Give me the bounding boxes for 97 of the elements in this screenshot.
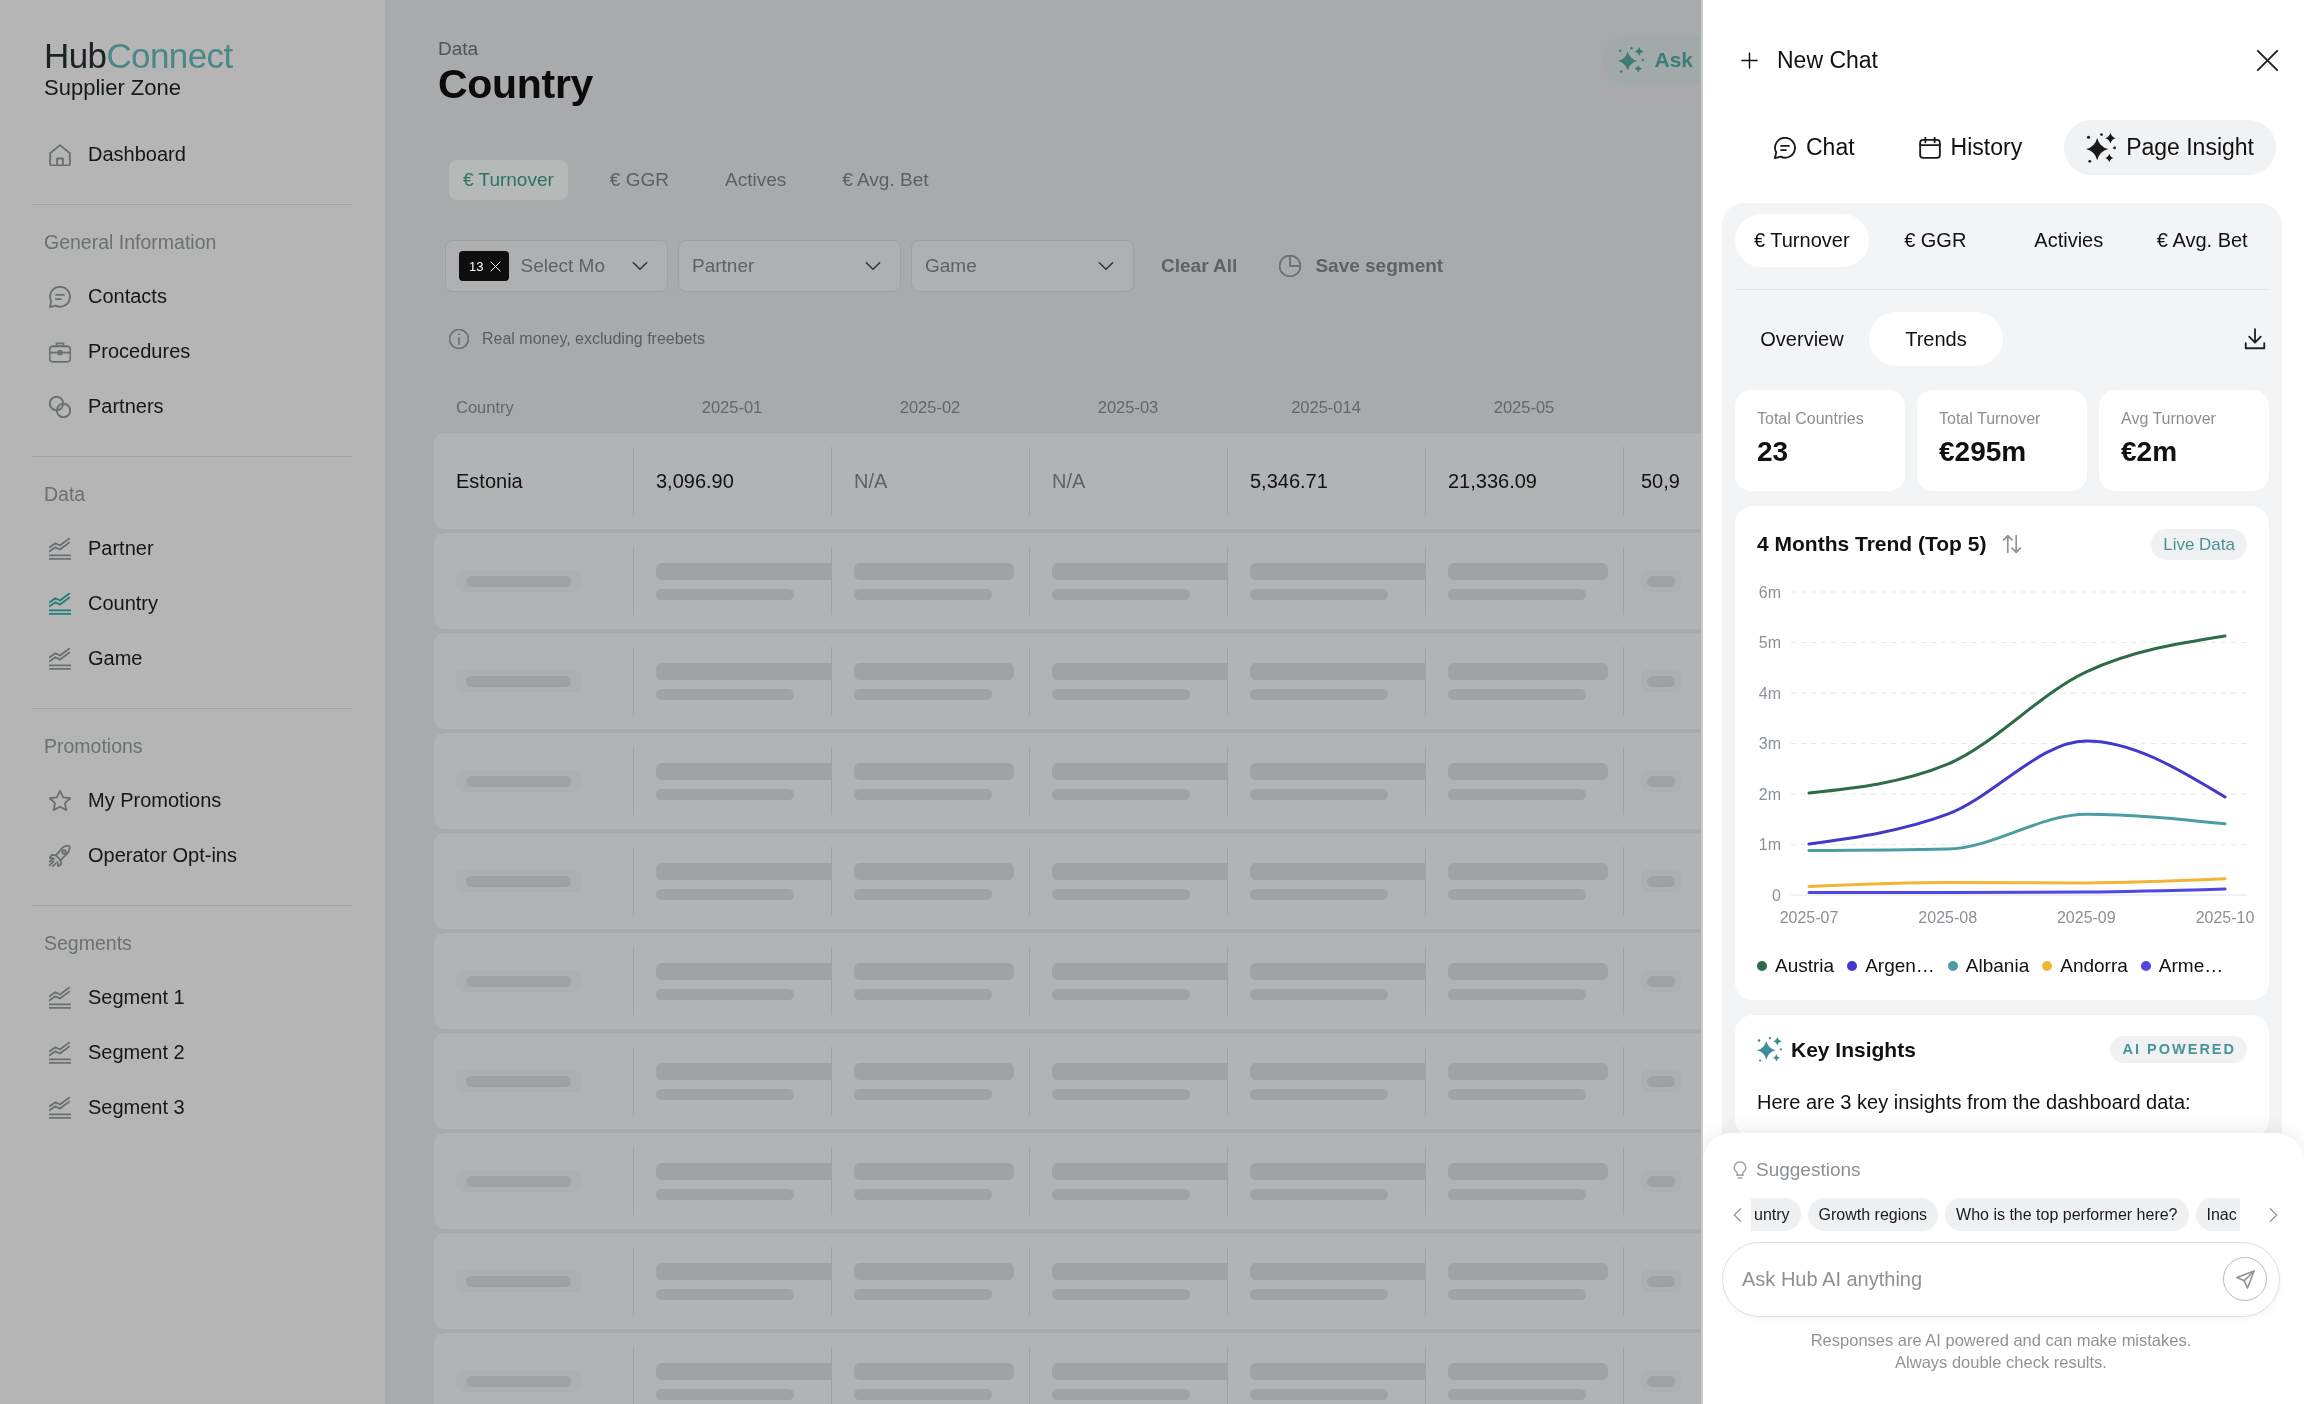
legend-label: Albania xyxy=(1965,955,2030,977)
nav-section-heading: General Information xyxy=(43,230,218,255)
table-cell: 21,336.09 xyxy=(1425,447,1623,515)
logo-subtitle: Supplier Zone xyxy=(44,75,181,101)
nav-section-heading: Segments xyxy=(43,931,133,956)
y-axis-label: 2m xyxy=(1758,785,1781,803)
metric-tab[interactable]: € Avg. Bet xyxy=(2135,214,2269,267)
nav-item[interactable]: Game xyxy=(32,631,352,686)
live-data-badge: Live Data xyxy=(2151,528,2247,560)
stat-value: €295m xyxy=(1939,435,2028,469)
sort-arrows-icon xyxy=(2002,534,2023,554)
y-axis-label: 6m xyxy=(1758,583,1781,601)
page-title: Country xyxy=(438,60,594,108)
breadcrumb-text: Data xyxy=(438,38,480,60)
nav-item[interactable]: Contacts xyxy=(32,269,352,324)
chart-title: 4 Months Trend (Top 5) xyxy=(1757,532,1987,556)
nav-item[interactable]: Partner xyxy=(32,521,352,576)
legend-label: Andorra xyxy=(2060,955,2128,977)
metric-tab[interactable]: € GGR xyxy=(1868,214,2002,267)
download-icon xyxy=(2244,328,2266,350)
insights-intro-text: Here are 3 key insights from the dashboard data: xyxy=(1757,1090,2192,1115)
send-icon xyxy=(2235,1269,2255,1289)
nav-item[interactable]: Segment 2 xyxy=(32,1025,352,1080)
legend-label: Arme… xyxy=(2158,955,2224,977)
column-header: Country xyxy=(455,397,514,417)
disclaimer-text: Responses are AI powered and can make mistakes. Always double check results. xyxy=(1809,1330,2193,1373)
suggestion-chip[interactable]: Inac xyxy=(2195,1198,2240,1231)
panel-tab[interactable]: Chat xyxy=(1752,120,1877,175)
y-axis-label: 4m xyxy=(1758,684,1781,702)
panel-tab[interactable]: Page Insight xyxy=(2064,120,2276,175)
y-axis-label: 1m xyxy=(1758,836,1781,853)
nav-item[interactable]: Operator Opt-ins xyxy=(32,828,352,883)
note-text: Real money, excluding freebets xyxy=(482,330,705,348)
stat-label: Total Turnover xyxy=(1939,409,2042,429)
suggestions-heading: Suggestions xyxy=(1756,1159,1861,1181)
column-header: 2025-01 xyxy=(701,397,763,417)
metric-tab[interactable]: € Turnover xyxy=(1735,214,1869,267)
nav-item[interactable]: Segment 1 xyxy=(32,970,352,1025)
y-axis-label: 3m xyxy=(1758,735,1781,752)
table-cell: 5,346.71 xyxy=(1227,447,1425,515)
table-cell-text: Estonia xyxy=(455,468,524,494)
panel-tab[interactable]: History xyxy=(1896,120,2045,175)
nav-item[interactable]: Dashboard xyxy=(32,127,352,182)
table-cell: N/A xyxy=(831,447,1029,515)
column-header: 2025-014 xyxy=(1291,397,1361,417)
nav-item[interactable]: My Promotions xyxy=(32,773,352,828)
legend-label: Austria xyxy=(1775,955,1835,977)
suggestion-chip[interactable]: Who is the top performer here? xyxy=(1945,1198,2189,1231)
clock-icon xyxy=(1279,255,1302,277)
nav-section-heading: Data xyxy=(43,482,87,507)
plus-icon xyxy=(1741,51,1758,69)
ai-powered-badge: AI POWERED xyxy=(2109,1036,2247,1063)
nav-section-heading: Promotions xyxy=(43,734,144,759)
calendar-icon xyxy=(1918,136,1941,159)
legend-label: Argen… xyxy=(1865,955,1935,977)
stat-value: €2m xyxy=(2121,435,2179,469)
x-axis-label: 2025-10 xyxy=(2195,909,2255,926)
new-chat-button[interactable]: New Chat xyxy=(1741,46,1878,74)
info-icon xyxy=(449,329,469,349)
sparkles-icon xyxy=(2086,132,2117,163)
view-tab[interactable]: Trends xyxy=(1869,312,2003,366)
selected-count-chip[interactable]: 13 xyxy=(459,251,510,281)
nav-item[interactable]: Partners xyxy=(32,379,352,434)
x-axis-label: 2025-08 xyxy=(1918,909,1978,926)
sparkles-icon xyxy=(1757,1037,1782,1062)
metric-tab[interactable]: Activies xyxy=(2002,214,2136,267)
x-axis-label: 2025-09 xyxy=(2056,909,2116,926)
suggestion-chip[interactable]: untry xyxy=(1751,1198,1801,1231)
column-header: 2025-02 xyxy=(899,397,961,417)
lightbulb-icon xyxy=(1731,1161,1749,1179)
stat-value: 23 xyxy=(1757,435,1790,469)
nav-item[interactable]: Procedures xyxy=(32,324,352,379)
table-cell: 3,096.90 xyxy=(633,447,831,515)
y-axis-label: 5m xyxy=(1758,634,1781,651)
close-icon xyxy=(490,260,502,272)
column-header: 2025-05 xyxy=(1493,397,1555,417)
nav-item[interactable]: Segment 3 xyxy=(32,1080,352,1135)
stat-label: Total Countries xyxy=(1757,409,1865,429)
card-title: Key Insights xyxy=(1791,1037,1916,1062)
y-axis-label: 0 xyxy=(1772,886,1781,904)
logo-wordmark: HubConnect xyxy=(44,37,233,75)
suggestion-chip[interactable]: Growth regions xyxy=(1807,1198,1939,1231)
month-select[interactable]: 13 Select Mo xyxy=(445,240,668,292)
column-header: 2025-03 xyxy=(1097,397,1159,417)
chat-input-field[interactable]: Ask Hub AI anything xyxy=(1722,1242,2280,1317)
chat-bubble-icon xyxy=(1774,136,1796,159)
x-axis-label: 2025-07 xyxy=(1779,909,1839,926)
view-tab[interactable]: Overview xyxy=(1735,312,1869,366)
download-button[interactable] xyxy=(2244,328,2266,350)
nav-item[interactable]: Country xyxy=(32,576,352,631)
stat-label: Avg Turnover xyxy=(2121,409,2217,429)
close-icon xyxy=(2256,48,2279,72)
table-cell: N/A xyxy=(1029,447,1227,515)
sparkles-icon xyxy=(1618,47,1645,73)
close-button[interactable] xyxy=(2256,48,2279,72)
table-cell: 50,9 xyxy=(1623,447,1685,515)
sort-button[interactable] xyxy=(2002,534,2023,554)
